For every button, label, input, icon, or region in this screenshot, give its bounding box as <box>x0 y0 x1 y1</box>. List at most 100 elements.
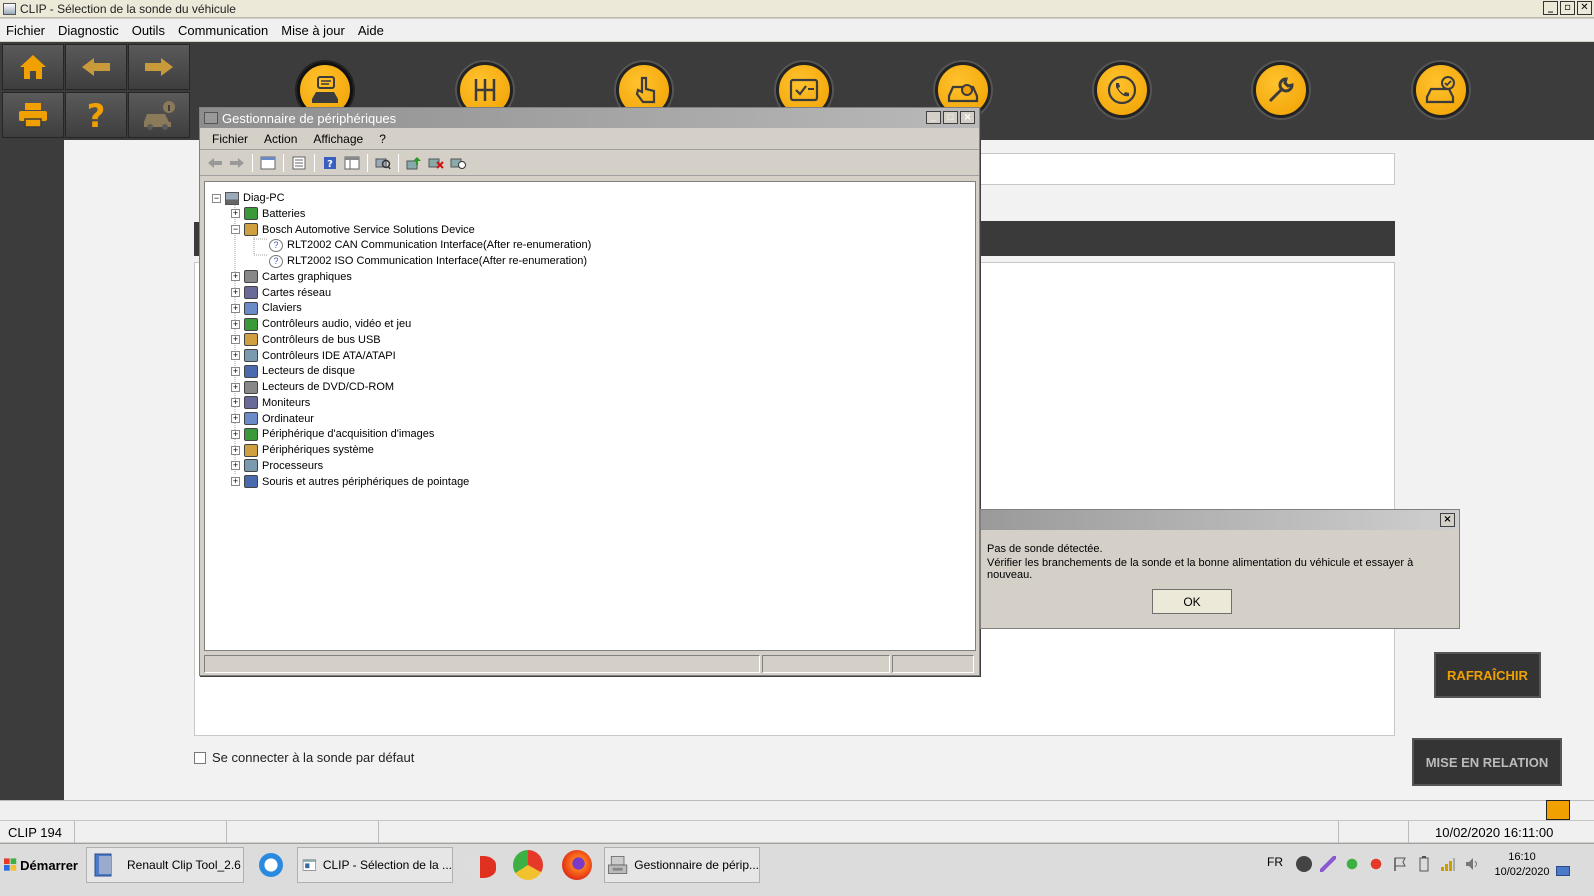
collapse-toggle[interactable]: − <box>212 193 221 203</box>
expand-toggle[interactable]: + <box>231 366 240 376</box>
task-clip-selection[interactable]: CLIP - Sélection de la ... <box>297 847 453 883</box>
dm-menu-help[interactable]: ? <box>379 132 386 146</box>
device-tree-category[interactable]: + Cartes graphiques <box>231 269 352 285</box>
menu-diagnostic[interactable]: Diagnostic <box>56 23 121 38</box>
dm-update-driver-button[interactable] <box>405 155 423 171</box>
tray-m-icon[interactable] <box>1296 856 1312 872</box>
device-tree-device[interactable]: ? RLT2002 ISO Communication Interface(Aft… <box>269 253 587 269</box>
device-tree-category[interactable]: − Bosch Automotive Service Solutions Devi… <box>231 222 475 238</box>
device-tree-category[interactable]: + Souris et autres périphériques de point… <box>231 474 469 490</box>
tray-update-icon[interactable] <box>1368 856 1384 872</box>
collapse-toggle[interactable]: − <box>231 225 240 234</box>
tray-flag-icon[interactable] <box>1392 856 1408 872</box>
dm-enable-device-button[interactable] <box>449 155 467 171</box>
device-tree[interactable]: − Diag-PC + Batteries − Bosch Automotive Serv… <box>204 181 976 651</box>
expand-toggle[interactable]: + <box>231 335 240 345</box>
clip-restore-button[interactable]: ▫ <box>1560 1 1575 15</box>
devmgr-close-button[interactable]: ✕ <box>960 111 975 124</box>
dm-help-button[interactable]: ? <box>321 155 339 171</box>
menu-outils[interactable]: Outils <box>130 23 167 38</box>
clip-close-button[interactable]: ✕ <box>1577 1 1592 15</box>
expand-toggle[interactable]: + <box>231 351 240 360</box>
default-probe-option[interactable]: Se connecter à la sonde par défaut <box>194 750 414 765</box>
devmgr-minimize-button[interactable]: _ <box>926 111 941 124</box>
device-tree-category[interactable]: + Batteries <box>231 206 305 222</box>
device-manager-title-bar[interactable]: Gestionnaire de périphériques _ □ ✕ <box>200 108 979 128</box>
dm-back-button[interactable] <box>206 155 224 171</box>
device-tree-category[interactable]: + Cartes réseau <box>231 285 331 301</box>
nav-phone-support-button[interactable] <box>1094 62 1150 118</box>
menu-communication[interactable]: Communication <box>176 23 270 38</box>
expand-toggle[interactable]: + <box>231 209 240 219</box>
dm-properties-button[interactable] <box>290 155 308 171</box>
chrome-icon[interactable] <box>513 850 543 880</box>
expand-toggle[interactable]: + <box>231 319 240 329</box>
device-tree-root[interactable]: − Diag-PC <box>212 190 285 206</box>
expand-toggle[interactable]: + <box>231 477 240 486</box>
tray-security-icon[interactable] <box>1344 856 1360 872</box>
device-tree-category[interactable]: + Contrôleurs de bus USB <box>231 332 381 348</box>
device-tree-category[interactable]: + Processeurs <box>231 458 323 474</box>
expand-toggle[interactable]: + <box>231 288 240 297</box>
expand-toggle[interactable]: + <box>231 382 240 392</box>
camera-icon[interactable] <box>1546 800 1570 820</box>
dialog-close-button[interactable]: × <box>1440 513 1455 527</box>
device-tree-category[interactable]: + Lecteurs de DVD/CD-ROM <box>231 379 394 395</box>
tray-signal-icon[interactable] <box>1440 856 1456 872</box>
default-probe-checkbox[interactable] <box>194 751 206 764</box>
device-tree-category[interactable]: + Contrôleurs audio, vidéo et jeu <box>231 316 411 332</box>
dm-forward-button[interactable] <box>228 155 246 171</box>
nav-wrench-button[interactable] <box>1253 62 1309 118</box>
menu-fichier[interactable]: Fichier <box>4 23 47 38</box>
devmgr-maximize-button[interactable]: □ <box>943 111 958 124</box>
tray-pen-icon[interactable] <box>1320 856 1336 872</box>
device-tree-category[interactable]: + Claviers <box>231 300 302 316</box>
help-button[interactable]: ? <box>65 92 127 138</box>
dm-show-hide-tree-button[interactable] <box>259 155 277 171</box>
dm-menu-fichier[interactable]: Fichier <box>212 132 248 146</box>
print-button[interactable] <box>2 92 64 138</box>
menu-aide[interactable]: Aide <box>356 23 386 38</box>
tray-volume-icon[interactable] <box>1464 856 1480 872</box>
device-tree-device[interactable]: ? RLT2002 CAN Communication Interface(Aft… <box>269 237 591 253</box>
device-tree-category[interactable]: + Moniteurs <box>231 395 310 411</box>
device-tree-category[interactable]: + Contrôleurs IDE ATA/ATAPI <box>231 348 396 364</box>
dm-scan-hardware-button[interactable] <box>374 155 392 171</box>
device-tree-category[interactable]: + Ordinateur <box>231 411 314 427</box>
expand-toggle[interactable]: + <box>231 414 240 423</box>
menu-mise-a-jour[interactable]: Mise à jour <box>279 23 347 38</box>
nav-vehicle-check-button[interactable] <box>1413 62 1469 118</box>
forward-button[interactable] <box>128 44 190 90</box>
expand-toggle[interactable]: + <box>231 461 240 471</box>
dm-menu-affichage[interactable]: Affichage <box>313 132 363 146</box>
internet-explorer-icon[interactable] <box>256 850 286 880</box>
vehicle-info-button[interactable] <box>128 92 190 138</box>
task-device-manager[interactable]: Gestionnaire de périp... <box>604 847 760 883</box>
dm-menu-action[interactable]: Action <box>264 132 297 146</box>
no-probe-dialog-title-bar[interactable] <box>981 510 1459 530</box>
firefox-icon[interactable] <box>562 850 592 880</box>
task-renault-clip-tool[interactable]: Renault Clip Tool_2.6 <box>86 847 244 883</box>
expand-toggle[interactable]: + <box>231 398 240 408</box>
dialog-ok-button[interactable]: OK <box>1152 589 1232 614</box>
connect-button[interactable]: MISE EN RELATION <box>1412 738 1562 786</box>
back-button[interactable] <box>65 44 127 90</box>
expand-toggle[interactable]: + <box>231 303 240 313</box>
home-button[interactable] <box>2 44 64 90</box>
device-tree-category[interactable]: + Périphérique d'acquisition d'images <box>231 426 434 442</box>
language-indicator[interactable]: FR <box>1267 855 1283 869</box>
expand-toggle[interactable]: + <box>231 445 240 455</box>
dm-uninstall-button[interactable] <box>427 155 445 171</box>
tray-battery-icon[interactable] <box>1416 856 1432 872</box>
clip-minimize-button[interactable]: _ <box>1543 1 1558 15</box>
refresh-button[interactable]: RAFRAÎCHIR <box>1434 652 1541 698</box>
expand-toggle[interactable]: + <box>231 429 240 439</box>
device-tree-category[interactable]: + Lecteurs de disque <box>231 363 355 379</box>
show-desktop-icon[interactable] <box>1556 866 1570 876</box>
toggle-app-icon[interactable] <box>464 856 496 878</box>
expand-toggle[interactable]: + <box>231 272 240 282</box>
taskbar-clock[interactable]: 16:10 10/02/2020 <box>1492 850 1552 880</box>
device-tree-category[interactable]: + Périphériques système <box>231 442 374 458</box>
dm-view-button[interactable] <box>343 155 361 171</box>
clip-title-bar[interactable]: CLIP - Sélection de la sonde du véhicule… <box>0 0 1594 18</box>
